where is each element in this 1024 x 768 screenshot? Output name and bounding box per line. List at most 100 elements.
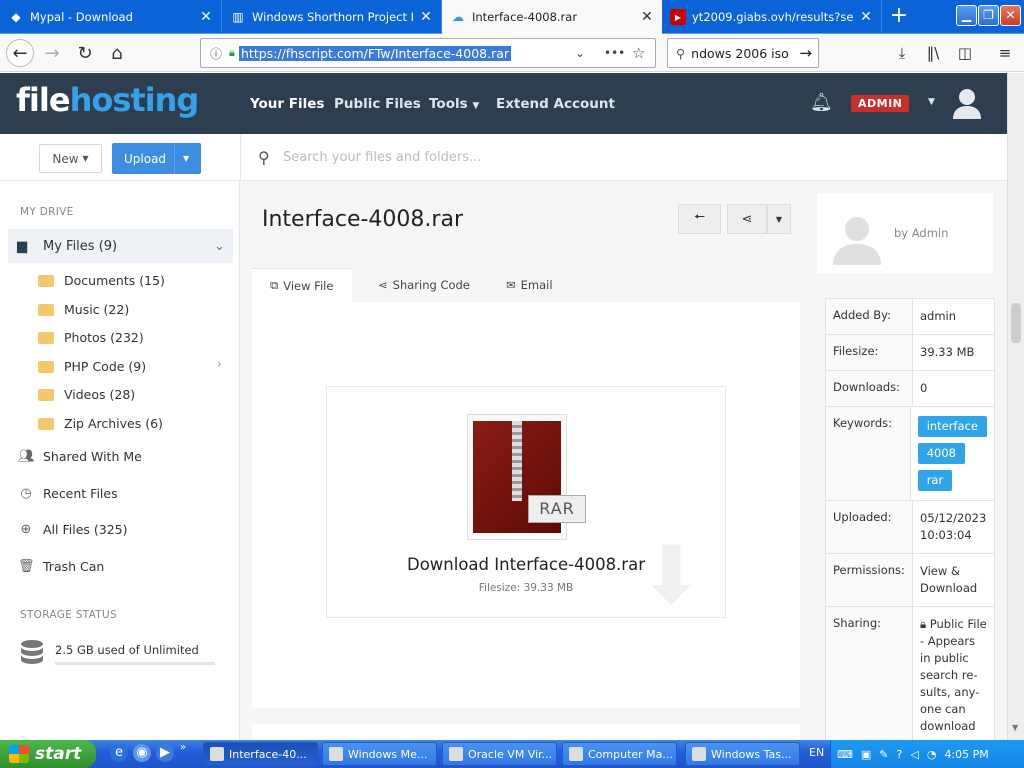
- go-arrow-icon[interactable]: →: [799, 44, 812, 62]
- browser-tab[interactable]: ◆ Mypal - Download ✕: [0, 0, 222, 34]
- chevron-down-icon[interactable]: ⌄: [575, 46, 585, 60]
- taskbar: start e ◉ ▶ » Interface-40... Windows Me…: [0, 740, 1024, 768]
- search-bar[interactable]: ⚲ ndows 2006 iso →: [667, 38, 819, 68]
- nav-tools[interactable]: Tools ▼: [429, 96, 479, 112]
- page-scrollbar[interactable]: ▲ ▼: [1007, 73, 1024, 740]
- keyword-tag[interactable]: rar: [917, 470, 953, 491]
- sidebar-icon[interactable]: ◫: [953, 41, 977, 65]
- tab-label: Sharing Code: [392, 278, 470, 292]
- youtube-icon: ▶: [670, 9, 686, 25]
- bell-icon[interactable]: 🔔︎: [810, 92, 833, 113]
- close-icon[interactable]: ✕: [859, 9, 873, 25]
- detail-value: 05/12/2023 10:03:04: [920, 511, 987, 542]
- tab-view-file[interactable]: ⧉ View File: [252, 268, 352, 302]
- keyword-tag[interactable]: interface: [917, 416, 987, 437]
- taskbar-item[interactable]: Windows Me...: [322, 742, 437, 766]
- new-tab-button[interactable]: +: [885, 4, 913, 30]
- share-button[interactable]: ⋖: [727, 204, 767, 234]
- folder-icon: [38, 274, 54, 287]
- user-avatar-icon[interactable]: [952, 87, 982, 119]
- share-icon: ⋖: [378, 278, 388, 292]
- sidebar-item-shared[interactable]: 👥︎ Shared With Me: [18, 449, 142, 464]
- menu-icon[interactable]: ≡: [993, 41, 1017, 65]
- back-button[interactable]: ←: [6, 39, 34, 67]
- sidebar-item-label: Recent Files: [43, 486, 118, 501]
- scroll-thumb[interactable]: [1011, 303, 1021, 343]
- chevron-right-icon[interactable]: »: [180, 742, 186, 753]
- folder-photos[interactable]: Photos (232): [38, 330, 144, 345]
- site-logo[interactable]: filehosting: [16, 81, 199, 119]
- keyboard-icon[interactable]: ⌨: [837, 748, 853, 761]
- download-card[interactable]: ⬇ RAR Download Interface-4008.rar Filesi…: [326, 386, 726, 618]
- more-icon[interactable]: •••: [604, 46, 625, 60]
- clock[interactable]: 4:05 PM: [944, 748, 988, 761]
- nav-public-files[interactable]: Public Files: [334, 96, 421, 112]
- sidebar-item-all-files[interactable]: ⊕ All Files (325): [18, 522, 128, 537]
- new-button[interactable]: New ▼: [39, 144, 102, 173]
- chevron-down-icon[interactable]: ⌄: [214, 239, 225, 254]
- star-icon[interactable]: ☆: [632, 44, 645, 62]
- browser-tab-active[interactable]: ☁ Interface-4008.rar ✕: [442, 0, 662, 34]
- taskbar-item[interactable]: Windows Tas...: [685, 742, 800, 766]
- library-icon[interactable]: ‖\: [921, 41, 945, 65]
- close-window-button[interactable]: ✕: [1000, 5, 1021, 26]
- detail-value: View & Download: [920, 564, 978, 595]
- search-value[interactable]: ndows 2006 iso: [691, 46, 789, 61]
- nav-extend-account[interactable]: Extend Account: [496, 96, 615, 112]
- folder-documents[interactable]: Documents (15): [38, 273, 165, 288]
- detail-key: Downloads:: [826, 371, 913, 406]
- share-dropdown-button[interactable]: ▼: [767, 204, 791, 234]
- browser-tab[interactable]: ▶ yt2009.giabs.ovh/results?search ✕: [662, 0, 882, 34]
- folder-videos[interactable]: Videos (28): [38, 387, 135, 402]
- volume-icon[interactable]: ◁: [910, 748, 918, 761]
- sidebar-item-trash[interactable]: 🗑︎ Trash Can: [18, 559, 104, 574]
- taskbar-item[interactable]: Computer Ma...: [562, 742, 677, 766]
- caret-down-icon[interactable]: ▼: [928, 97, 935, 107]
- taskbar-item[interactable]: Oracle VM Vir...: [442, 742, 557, 766]
- folder-zip-archives[interactable]: Zip Archives (6): [38, 416, 163, 431]
- chevron-right-icon[interactable]: ›: [217, 357, 222, 371]
- restore-button[interactable]: ❐: [978, 5, 999, 26]
- download-link[interactable]: Download Interface-4008.rar: [327, 555, 725, 574]
- tab-email[interactable]: ✉ Email: [500, 268, 580, 302]
- start-button[interactable]: start: [0, 740, 96, 768]
- download-icon[interactable]: ⤓: [890, 41, 914, 65]
- cloud-icon: ☁: [452, 10, 464, 24]
- storage-status-text: 2.5 GB used of Unlimited: [55, 643, 199, 657]
- folder-open-icon: ▆: [17, 238, 27, 254]
- info-icon[interactable]: ⓘ: [210, 45, 222, 62]
- folder-music[interactable]: Music (22): [38, 302, 129, 317]
- caret-down-icon[interactable]: ▼: [183, 154, 189, 163]
- url-text[interactable]: https://fhscript.com/FTw/Interface-4008.…: [239, 45, 512, 61]
- download-watermark-icon: ⬇: [637, 529, 705, 622]
- users-icon: 👥︎: [18, 449, 35, 464]
- scroll-down-icon[interactable]: ▼: [1012, 723, 1018, 732]
- file-search-input[interactable]: ⚲ Search your files and folders...: [240, 134, 1007, 181]
- reload-button[interactable]: ↻: [71, 39, 99, 67]
- back-arrow-button[interactable]: 🠔: [678, 204, 721, 234]
- close-icon[interactable]: ✕: [199, 9, 213, 25]
- home-button[interactable]: ⌂: [103, 39, 131, 67]
- browser-tab[interactable]: ▥ Windows Shorthorn Project ISOs ✕: [222, 0, 442, 34]
- sidebar-item-my-files[interactable]: ▆ My Files (9) ⌄: [8, 229, 233, 263]
- taskbar-item[interactable]: Interface-40...: [203, 742, 318, 766]
- mypal-icon: ◆: [11, 10, 21, 24]
- media-player-icon[interactable]: ▶: [156, 744, 174, 762]
- nav-your-files[interactable]: Your Files: [250, 96, 324, 112]
- ie-icon[interactable]: e: [110, 744, 128, 762]
- tab-sharing-code[interactable]: ⋖ Sharing Code: [370, 268, 480, 302]
- forward-button[interactable]: →: [38, 39, 66, 67]
- url-bar[interactable]: ⓘ 🔒︎ https://fhscript.com/FTw/Interface-…: [200, 38, 656, 68]
- sidebar-item-recent[interactable]: ◷ Recent Files: [18, 486, 118, 501]
- help-icon[interactable]: ?: [897, 748, 903, 761]
- network-icon[interactable]: ▣: [861, 748, 871, 761]
- folder-php-code[interactable]: PHP Code (9): [38, 359, 146, 374]
- tools-icon[interactable]: ✎: [879, 748, 888, 761]
- upload-button[interactable]: Upload ▼: [112, 143, 201, 174]
- keyword-tag[interactable]: 4008: [917, 443, 965, 464]
- minimize-button[interactable]: ▁: [956, 5, 977, 26]
- language-indicator[interactable]: EN: [809, 746, 824, 759]
- close-icon[interactable]: ✕: [640, 9, 654, 25]
- close-icon[interactable]: ✕: [419, 9, 433, 25]
- browser-quicklaunch-icon[interactable]: ◉: [133, 744, 151, 762]
